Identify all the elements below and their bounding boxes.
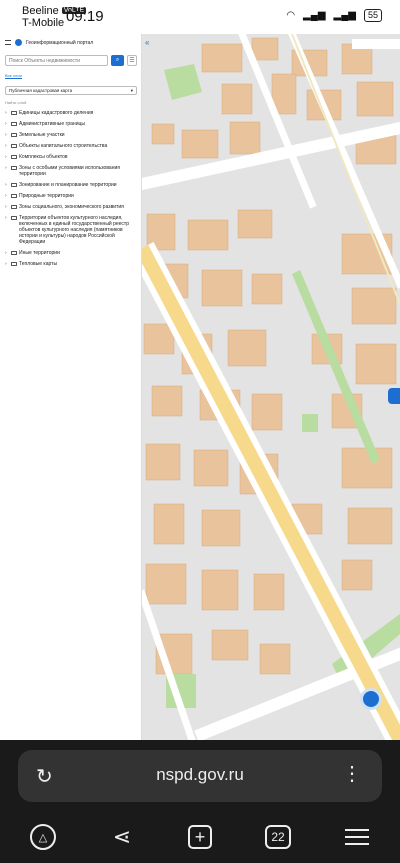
tabs-button[interactable]: 22 [263,822,293,852]
tabs-count: 22 [265,825,291,849]
map-info-button[interactable] [360,688,382,710]
map-tools-tab[interactable] [388,388,400,404]
carrier-primary: Beeline [22,5,59,17]
folder-icon [11,205,17,209]
folder-icon [11,166,17,170]
layer-item[interactable]: › Комплексы объектов [5,154,139,160]
menu-icon[interactable] [5,40,11,45]
more-icon[interactable]: ⋮ [342,764,362,784]
portal-title: Геоинформационный портал [26,39,94,46]
filter-button[interactable]: ☰ [127,55,137,66]
portal-logo-icon [15,39,22,46]
tab-all-layers[interactable]: Все слои [5,73,22,79]
layers-sidebar: Геоинформационный портал ⌕ ☰ Все слои Пу… [0,34,142,740]
layer-label: Территории объектов культурного наследия… [19,215,130,245]
chevron-right-icon: › [5,165,7,171]
clock: 09:19 [66,8,104,25]
cadastral-map[interactable]: « [142,34,400,740]
share-button[interactable]: ⋖ [107,822,137,852]
layer-label: Административные границы [19,121,85,127]
layer-label: Зоны с особыми условиями использования т… [19,165,120,177]
layer-item[interactable]: › Земельные участки [5,132,139,138]
search-button[interactable]: ⌕ [111,55,124,66]
folder-icon [11,194,17,198]
browser-bottom-nav: △ ⋖ + 22 [0,816,400,862]
chevron-right-icon: › [5,143,7,149]
chevron-right-icon: › [5,261,7,267]
folder-icon [11,183,17,187]
layer-label: Зоны социального, экономического развити… [19,204,124,210]
layer-label: Зонирование и планирование территории [19,182,117,188]
status-icons: ◠ ▂▄▆ ▂▄▆ 55 [286,9,382,22]
map-scale-box [352,39,400,49]
hamburger-icon [345,829,369,845]
folder-icon [11,262,17,266]
chevron-right-icon: › [5,132,7,138]
layer-item[interactable]: › Зоны с особыми условиями использования … [5,165,139,177]
collapse-sidebar-icon[interactable]: « [145,38,149,47]
layer-item[interactable]: › Территории объектов культурного наследи… [5,215,139,245]
chevron-right-icon: › [5,110,7,116]
layer-item[interactable]: › Природные территории [5,193,139,199]
map-canvas[interactable] [142,34,400,740]
folder-icon [11,122,17,126]
layer-item[interactable]: › Единицы кадастрового деления [5,110,139,116]
folder-icon [11,155,17,159]
battery-level: 55 [363,9,382,22]
folder-icon [11,216,17,220]
basemap-value: Публичная кадастровая карта [9,88,73,93]
layer-label: Единицы кадастрового деления [19,110,94,116]
wifi-icon: ◠ [286,10,296,21]
home-button[interactable]: △ [28,822,58,852]
chevron-right-icon: › [5,182,7,188]
layer-label: Комплексы объектов [19,154,68,160]
search-icon: ⌕ [115,57,120,63]
portal-header: Геоинформационный портал [5,39,137,46]
chevron-right-icon: › [5,250,7,256]
layer-item[interactable]: › Иные территории [5,250,139,256]
search-row: ⌕ ☰ [5,55,137,66]
chevron-right-icon: › [5,193,7,199]
folder-icon [11,111,17,115]
browser-chrome: ↻ nspd.gov.ru ⋮ △ ⋖ + 22 [0,740,400,863]
basemap-select[interactable]: Публичная кадастровая карта ▾ [5,86,137,95]
layer-label: Природные территории [19,193,74,199]
search-input[interactable] [5,55,108,66]
layer-label: Иные территории [19,250,60,256]
chevron-down-icon: ▾ [130,87,133,93]
layers-search-label: Найти слой [5,100,27,105]
signal-icon-2: ▂▄▆ [333,10,356,21]
layer-item[interactable]: › Зоны социального, экономического развит… [5,204,139,210]
menu-button[interactable] [342,822,372,852]
folder-icon [11,251,17,255]
chevron-right-icon: › [5,121,7,127]
url-text[interactable]: nspd.gov.ru [18,765,382,785]
chevron-right-icon: › [5,154,7,160]
plus-icon: + [188,825,212,849]
folder-icon [11,133,17,137]
layer-list: › Единицы кадастрового деления › Администр… [5,110,139,272]
layer-label: Тепловые карты [19,261,58,267]
chevron-right-icon: › [5,215,7,221]
new-tab-button[interactable]: + [185,822,215,852]
layer-item[interactable]: › Объекты капитального строительства [5,143,139,149]
status-bar: Beeline VoLTE T-Mobile 09:19 ◠ ▂▄▆ ▂▄▆ 55 [0,0,400,34]
share-icon: ⋖ [112,824,132,849]
layer-label: Земельные участки [19,132,65,138]
filter-icon: ☰ [129,58,135,64]
layer-item[interactable]: › Тепловые карты [5,261,139,267]
layer-label: Объекты капитального строительства [19,143,108,149]
address-bar[interactable]: ↻ nspd.gov.ru ⋮ [18,750,382,802]
folder-icon [11,144,17,148]
layer-item[interactable]: › Зонирование и планирование территории [5,182,139,188]
alice-icon: △ [30,824,56,850]
chevron-right-icon: › [5,204,7,210]
layer-item[interactable]: › Административные границы [5,121,139,127]
signal-icon: ▂▄▆ [303,10,326,21]
